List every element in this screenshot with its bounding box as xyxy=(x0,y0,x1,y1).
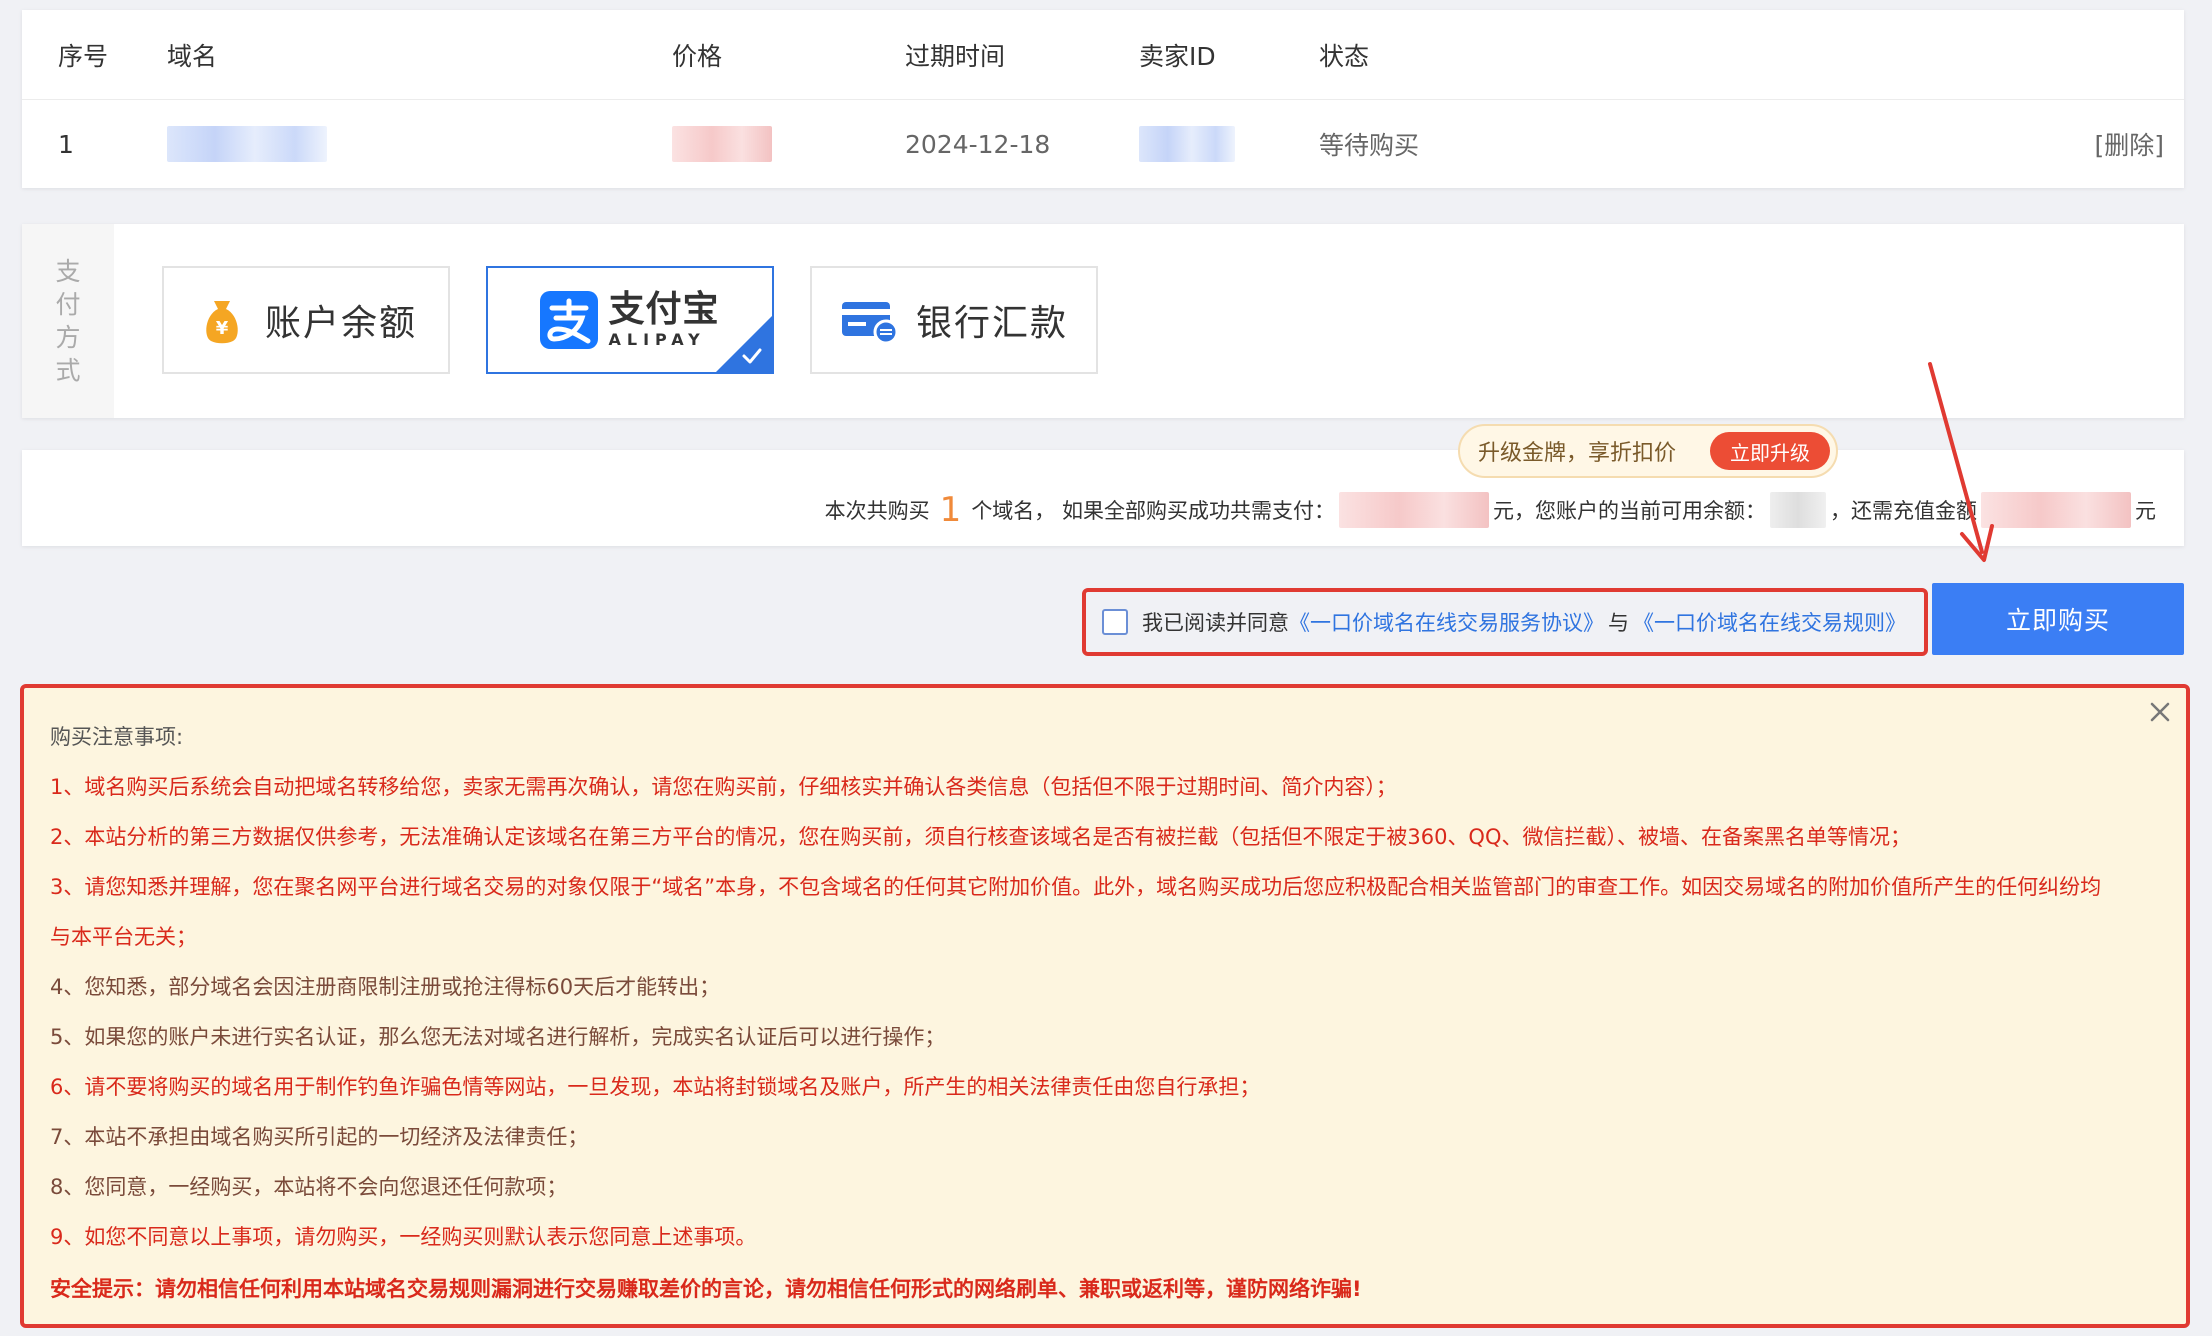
notice-title: 购买注意事项: xyxy=(50,725,184,749)
redacted-total-amount xyxy=(1339,492,1489,528)
payment-label-char: 支 xyxy=(55,257,81,286)
notice-item: 7、本站不承担由域名购买所引起的一切经济及法律责任； xyxy=(50,1125,589,1149)
close-icon[interactable] xyxy=(2146,698,2174,726)
header-expiry: 过期时间 xyxy=(905,41,1006,71)
notice-item: 4、您知悉，部分域名会因注册商限制注册或抢注得标60天后才能转出； xyxy=(50,975,721,999)
payment-label-char: 方 xyxy=(55,323,81,352)
row-expiry: 2024-12-18 xyxy=(905,129,1051,159)
alipay-label-cn: 支付宝 xyxy=(608,289,720,330)
upgrade-promo: 升级金牌，享折扣价 立即升级 xyxy=(1458,424,1838,478)
agreement-row: 我已阅读并同意 《一口价域名在线交易服务协议》 与 《一口价域名在线交易规则》 xyxy=(1082,588,1928,656)
agree-checkbox[interactable] xyxy=(1102,609,1128,635)
service-agreement-link[interactable]: 《一口价域名在线交易服务协议》 xyxy=(1289,607,1604,637)
redacted-domain xyxy=(167,126,327,162)
pay-option-balance[interactable]: ¥ 账户余额 xyxy=(162,266,450,374)
notice-item: 与本平台无关； xyxy=(50,925,197,949)
notice-item: 1、域名购买后系统会自动把域名转移给您，卖家无需再次确认，请您在购买前，仔细核实… xyxy=(50,775,1397,799)
notice-item: 6、请不要将购买的域名用于制作钓鱼诈骗色情等网站，一旦发现，本站将封锁域名及账户… xyxy=(50,1075,1261,1099)
row-seller-redacted xyxy=(1139,100,1235,188)
money-bag-icon: ¥ xyxy=(206,301,238,344)
buy-now-button[interactable]: 立即购买 xyxy=(1932,583,2184,655)
summary-line: 本次共购买 1 个域名， 如果全部购买成功共需支付： 元， 您账户的当前可用余额… xyxy=(825,490,2156,530)
table-header: 序号 域名 价格 过期时间 卖家ID 状态 xyxy=(22,10,2184,100)
svg-text:¥: ¥ xyxy=(216,318,229,339)
row-domain-redacted xyxy=(167,100,327,188)
header-status: 状态 xyxy=(1319,41,1370,71)
upgrade-promo-text: 升级金牌，享折扣价 xyxy=(1478,441,1677,466)
summary-mid2: 您账户的当前可用余额： xyxy=(1535,499,1766,523)
delete-link[interactable]: [删除] xyxy=(2094,100,2164,188)
row-status: 等待购买 xyxy=(1319,131,1420,160)
upgrade-now-button[interactable]: 立即升级 xyxy=(1710,432,1830,470)
row-index: 1 xyxy=(58,129,74,159)
purchase-notice-box: 购买注意事项: 1、域名购买后系统会自动把域名转移给您，卖家无需再次确认，请您在… xyxy=(20,684,2190,1328)
notice-item: 9、如您不同意以上事项，请勿购买，一经购买则默认表示您同意上述事项。 xyxy=(50,1225,757,1249)
header-price: 价格 xyxy=(672,41,723,71)
row-price-redacted xyxy=(672,100,772,188)
header-domain: 域名 xyxy=(167,41,218,71)
domain-order-table: 序号 域名 价格 过期时间 卖家ID 状态 1 2024-12-18 等待购买 … xyxy=(22,10,2184,188)
purchase-summary: 本次共购买 1 个域名， 如果全部购买成功共需支付： 元， 您账户的当前可用余额… xyxy=(22,450,2184,546)
notice-item: 2、本站分析的第三方数据仅供参考，无法准确认定该域名在第三方平台的情况，您在购买… xyxy=(50,825,1911,849)
pay-option-balance-label: 账户余额 xyxy=(264,303,417,344)
payment-method-panel: 支 付 方 式 ¥ 账户余额 支付宝 ALIPAY 银行汇款 xyxy=(22,224,2184,418)
alipay-logo: 支付宝 ALIPAY xyxy=(540,291,719,349)
payment-method-label: 支 付 方 式 xyxy=(22,224,114,418)
check-icon xyxy=(742,348,762,364)
summary-mid1: 个域名， 如果全部购买成功共需支付： xyxy=(971,499,1335,523)
bank-card-icon xyxy=(841,302,899,344)
payment-label-char: 付 xyxy=(55,290,81,319)
redacted-seller-id xyxy=(1139,126,1235,162)
notice-item: 5、如果您的账户未进行实名认证，那么您无法对域名进行解析，完成实名认证后可以进行… xyxy=(50,1025,946,1049)
safety-warning: 安全提示：请勿相信任何利用本站域名交易规则漏洞进行交易赚取差价的言论，请勿相信任… xyxy=(50,1277,1362,1301)
notice-item: 3、请您知悉并理解，您在聚名网平台进行域名交易的对象仅限于“域名”本身，不包含域… xyxy=(50,875,2102,899)
summary-mid3: ，还需充值金额 xyxy=(1830,499,1977,523)
trading-rules-link[interactable]: 《一口价域名在线交易规则》 xyxy=(1633,607,1906,637)
alipay-logo-icon xyxy=(540,291,599,349)
pay-option-alipay[interactable]: 支付宝 ALIPAY xyxy=(486,266,774,374)
pay-option-bank-transfer[interactable]: 银行汇款 xyxy=(810,266,1098,374)
summary-unit1: 元， xyxy=(1493,499,1535,523)
header-seller-id: 卖家ID xyxy=(1139,41,1216,71)
pay-option-bank-label: 银行汇款 xyxy=(915,303,1068,344)
alipay-label-en: ALIPAY xyxy=(608,330,706,349)
notice-item: 8、您同意，一经购买，本站将不会向您退还任何款项； xyxy=(50,1175,568,1199)
summary-prefix: 本次共购买 xyxy=(824,499,930,523)
agree-text: 我已阅读并同意 xyxy=(1142,611,1289,635)
redacted-balance xyxy=(1770,492,1826,528)
domain-count: 1 xyxy=(939,490,962,530)
table-row: 1 2024-12-18 等待购买 [删除] xyxy=(22,100,2184,188)
header-index: 序号 xyxy=(58,41,109,71)
agree-and: 与 xyxy=(1608,611,1629,635)
summary-unit2: 元 xyxy=(2135,499,2156,523)
redacted-recharge-amount xyxy=(1981,492,2131,528)
payment-label-char: 式 xyxy=(55,356,81,385)
redacted-price xyxy=(672,126,772,162)
